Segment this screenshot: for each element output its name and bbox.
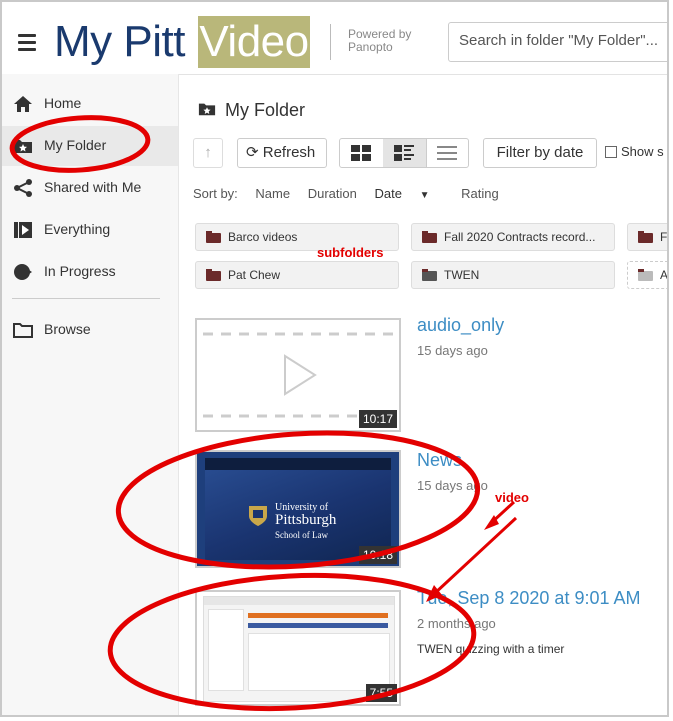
folder-chip[interactable]: TWEN xyxy=(411,261,615,289)
sort-name[interactable]: Name xyxy=(255,186,290,201)
sidebar-item-label: In Progress xyxy=(44,263,116,279)
session-age: 15 days ago xyxy=(417,343,488,358)
tile-view-button[interactable] xyxy=(340,139,384,167)
logo-box[interactable]: Video xyxy=(198,16,310,68)
folder-chip[interactable]: Pat Chew xyxy=(195,261,399,289)
app-header: My Pitt Video Powered by Panopto Search … xyxy=(2,2,667,75)
folder-icon xyxy=(422,231,437,243)
refresh-button[interactable]: ⟳ Refresh xyxy=(237,138,327,168)
refresh-label: Refresh xyxy=(262,144,316,161)
show-label: Show s xyxy=(621,144,664,159)
session-title[interactable]: audio_only xyxy=(417,315,504,336)
session-title[interactable]: Tue, Sep 8 2020 at 9:01 AM xyxy=(417,588,641,609)
sidebar: Home My Folder Shared with Me Everything… xyxy=(2,74,179,715)
folder-chip-label: Barco videos xyxy=(228,230,298,244)
home-icon xyxy=(14,96,32,112)
annotation-video: video xyxy=(495,490,529,505)
sort-label: Sort by: xyxy=(193,186,238,201)
logo-text[interactable]: My Pitt xyxy=(54,14,185,70)
main-content: My Folder ↑ ⟳ Refresh Filter by date Sho… xyxy=(179,74,669,715)
duration-badge: 7:55 xyxy=(365,684,397,702)
folder-chip-label: F xyxy=(660,230,668,244)
session-description: TWEN quizzing with a timer xyxy=(417,642,565,656)
sort-date-label: Date xyxy=(374,186,402,201)
folder-star-icon xyxy=(198,103,216,116)
sort-duration[interactable]: Duration xyxy=(308,186,357,201)
folder-outline-icon xyxy=(13,323,33,338)
thumbnail-image: University of Pittsburgh School of Law xyxy=(205,458,391,560)
sidebar-item-in-progress[interactable]: In Progress xyxy=(2,252,178,292)
sidebar-item-home[interactable]: Home xyxy=(2,84,178,124)
sort-date[interactable]: Date ▼ xyxy=(375,186,444,201)
caret-down-icon: ▼ xyxy=(419,190,430,201)
session-thumbnail[interactable]: 10:17 xyxy=(195,318,401,432)
folder-star-icon xyxy=(14,140,32,153)
sidebar-item-label: Home xyxy=(44,95,82,111)
session-title[interactable]: News xyxy=(417,450,462,471)
folder-chip[interactable]: F xyxy=(627,223,668,251)
session-age: 15 days ago xyxy=(417,478,488,493)
folder-chip[interactable]: Fall 2020 Contracts record... xyxy=(411,223,615,251)
up-arrow-button[interactable]: ↑ xyxy=(193,138,223,168)
sort-rating[interactable]: Rating xyxy=(461,186,499,201)
annotation-subfolders: subfolders xyxy=(317,245,384,260)
powered-line-2: Panopto xyxy=(348,40,393,54)
sidebar-item-everything[interactable]: Everything xyxy=(2,210,178,250)
thumb-text-3: School of Law xyxy=(275,530,328,540)
progress-icon xyxy=(14,264,32,280)
sidebar-item-label: Everything xyxy=(44,221,111,237)
list-view-button[interactable] xyxy=(426,139,469,167)
sidebar-item-label: Browse xyxy=(44,321,91,337)
detail-view-button[interactable] xyxy=(383,139,427,167)
sidebar-item-browse[interactable]: Browse xyxy=(2,310,178,350)
sidebar-item-my-folder[interactable]: My Folder xyxy=(2,126,178,166)
share-icon xyxy=(14,179,32,197)
duration-badge: 10:18 xyxy=(358,546,397,564)
folder-chip-label: A xyxy=(660,268,669,282)
add-folder-chip[interactable]: A xyxy=(627,261,669,289)
folder-chip-label: Pat Chew xyxy=(228,268,281,282)
session-thumbnail[interactable]: 7:55 xyxy=(195,590,401,706)
folder-icon xyxy=(638,231,653,243)
play-box-icon xyxy=(14,222,32,238)
thumbnail-banner xyxy=(205,458,391,470)
sidebar-item-label: My Folder xyxy=(44,137,107,153)
capture-sidebar xyxy=(208,609,244,691)
capture-content xyxy=(248,633,390,691)
show-checkbox[interactable] xyxy=(605,146,617,158)
toolbar: ↑ ⟳ Refresh Filter by date Show s xyxy=(193,138,667,170)
sidebar-divider xyxy=(12,298,160,299)
search-input[interactable]: Search in folder "My Folder"... xyxy=(448,22,667,62)
sidebar-item-shared[interactable]: Shared with Me xyxy=(2,168,178,208)
sidebar-item-label: Shared with Me xyxy=(44,179,142,195)
folder-icon xyxy=(206,231,221,243)
filter-by-date-button[interactable]: Filter by date xyxy=(483,138,597,168)
page-title-text: My Folder xyxy=(225,100,306,120)
page-title: My Folder xyxy=(197,100,305,121)
capture-bar xyxy=(248,623,388,628)
refresh-icon: ⟳ xyxy=(246,144,259,161)
capture-topbar xyxy=(204,597,394,605)
menu-icon[interactable] xyxy=(18,34,36,55)
duration-badge: 10:17 xyxy=(358,410,397,428)
thumb-text-2: Pittsburgh xyxy=(275,512,337,528)
add-folder-icon xyxy=(638,269,653,281)
folder-chip-label: Fall 2020 Contracts record... xyxy=(444,230,596,244)
window-frame: My Pitt Video Powered by Panopto Search … xyxy=(0,0,669,717)
capture-bar xyxy=(248,613,388,618)
sort-bar: Sort by: Name Duration Date ▼ Rating xyxy=(193,186,513,201)
folder-icon xyxy=(206,269,221,281)
session-age: 2 months ago xyxy=(417,616,496,631)
folder-icon xyxy=(422,269,437,281)
folder-chip-label: TWEN xyxy=(444,268,480,282)
logo-divider xyxy=(330,24,331,60)
pitt-seal-icon xyxy=(249,506,267,526)
list-icon xyxy=(437,146,457,160)
powered-by: Powered by Panopto xyxy=(348,28,411,54)
view-toggle-group xyxy=(339,138,469,168)
session-thumbnail[interactable]: University of Pittsburgh School of Law 1… xyxy=(195,450,401,568)
grid-icon xyxy=(351,145,371,161)
detail-list-icon xyxy=(394,145,414,161)
